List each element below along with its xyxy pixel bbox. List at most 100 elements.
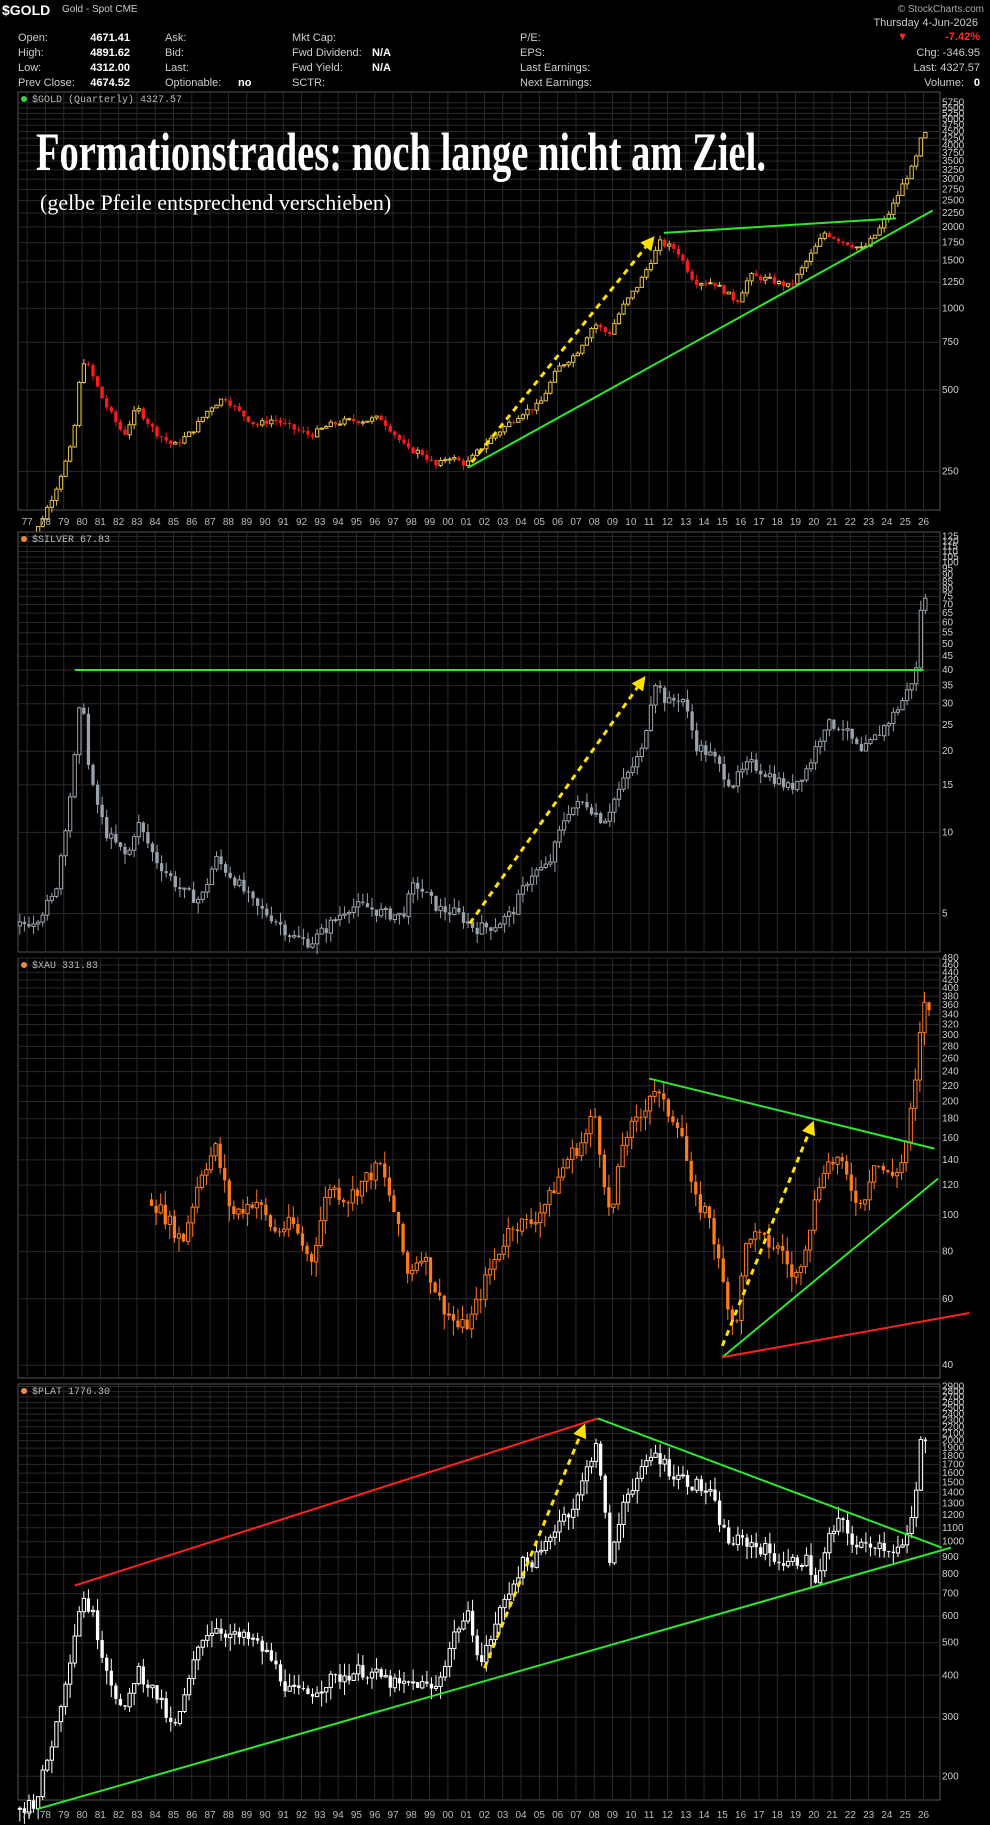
candle-body xyxy=(350,1189,355,1204)
candle-body xyxy=(438,459,443,466)
candle-body xyxy=(63,830,68,857)
candle-body xyxy=(123,429,127,435)
y-tick-label: 100 xyxy=(942,1210,959,1221)
candle-body xyxy=(268,1215,273,1228)
candle-body xyxy=(822,729,827,742)
candle-body xyxy=(639,1117,643,1119)
candle-body xyxy=(364,1172,369,1182)
candle-body xyxy=(81,363,87,383)
candle-body xyxy=(265,908,269,916)
y-tick-label: 55 xyxy=(942,628,954,639)
candle-body xyxy=(278,1664,283,1682)
candle-body xyxy=(680,1128,684,1137)
candle-body xyxy=(35,921,41,925)
candle-body xyxy=(287,1685,292,1692)
x-tick-label: 17 xyxy=(753,1810,765,1821)
x-tick-label: 22 xyxy=(845,1810,857,1821)
candle-body xyxy=(195,1186,200,1208)
y-tick-label: 2750 xyxy=(942,184,965,195)
candle-body xyxy=(744,280,750,294)
candle-body xyxy=(319,1691,324,1694)
x-tick-label: 84 xyxy=(150,517,162,528)
candle-body xyxy=(561,1167,566,1178)
candle-body xyxy=(841,1518,845,1521)
candle-body xyxy=(891,711,896,724)
candle-body xyxy=(845,728,850,731)
candle-body xyxy=(809,1555,813,1576)
candle-body xyxy=(406,1681,411,1683)
candle-body xyxy=(775,1245,781,1249)
candle-body xyxy=(164,437,168,441)
candle-body xyxy=(232,1206,236,1215)
candle-body xyxy=(164,1698,168,1718)
candle-body xyxy=(877,734,882,736)
candle-body xyxy=(699,744,704,752)
candle-body xyxy=(542,1204,548,1214)
y-tick-label: 1750 xyxy=(942,238,965,249)
x-tick-label: 81 xyxy=(95,517,107,528)
candle-body xyxy=(748,1238,753,1245)
x-tick-label: 96 xyxy=(369,1810,381,1821)
x-tick-label: 03 xyxy=(497,1810,509,1821)
candle-body xyxy=(781,778,786,788)
candle-body xyxy=(895,1546,901,1554)
candle-body xyxy=(730,1309,735,1321)
candle-body xyxy=(867,1181,872,1201)
candle-body xyxy=(374,415,379,419)
candle-body xyxy=(442,1295,446,1315)
x-tick-label: 90 xyxy=(259,1810,271,1821)
candle-body xyxy=(480,1655,484,1663)
candle-body xyxy=(114,1685,118,1700)
candle-body xyxy=(365,1677,370,1679)
candle-body xyxy=(260,1640,264,1652)
candle-body xyxy=(798,1266,804,1273)
candle-body xyxy=(337,423,343,426)
candle-body xyxy=(923,1439,928,1442)
candle-body xyxy=(324,426,329,429)
candle-body xyxy=(653,249,658,264)
candle-body xyxy=(727,779,731,787)
x-tick-label: 83 xyxy=(131,517,143,528)
panel-marker-icon xyxy=(21,962,27,968)
candle-body xyxy=(146,832,150,844)
candle-body xyxy=(589,807,594,815)
x-tick-label: 77 xyxy=(22,517,34,528)
candle-body xyxy=(557,365,562,372)
candle-body xyxy=(127,849,132,855)
candle-body xyxy=(359,1180,365,1197)
candle-body xyxy=(548,861,553,865)
x-tick-label: 18 xyxy=(772,1810,784,1821)
candle-body xyxy=(443,459,448,462)
candle-body xyxy=(256,1638,260,1641)
candle-body xyxy=(913,1079,918,1109)
x-tick-label: 85 xyxy=(168,1810,180,1821)
y-tick-label: 1300 xyxy=(942,1498,965,1509)
panel-frame xyxy=(17,1383,941,1801)
y-tick-label: 3000 xyxy=(942,174,965,185)
candle-body xyxy=(465,1319,469,1329)
candle-body xyxy=(520,885,526,895)
candle-body xyxy=(781,1563,786,1566)
candle-body xyxy=(114,833,118,843)
candle-body xyxy=(155,1685,159,1700)
x-tick-label: 02 xyxy=(479,1810,491,1821)
candle-body xyxy=(894,1172,900,1177)
candle-body xyxy=(365,420,370,423)
candle-body xyxy=(599,1443,603,1476)
candle-body xyxy=(237,1631,241,1638)
candle-body xyxy=(100,386,104,399)
candle-body xyxy=(727,1527,731,1544)
candle-body xyxy=(154,1205,158,1213)
candle-body xyxy=(643,1110,648,1118)
candle-body xyxy=(808,762,814,770)
candle-body xyxy=(772,1553,777,1562)
candle-body xyxy=(571,1508,576,1518)
candle-body xyxy=(105,1657,109,1671)
candle-body xyxy=(663,687,667,703)
candle-body xyxy=(534,402,539,411)
candle-body xyxy=(246,1632,251,1639)
candle-body xyxy=(264,1204,268,1216)
candle-body xyxy=(584,337,590,346)
candle-body xyxy=(525,408,530,416)
candle-body xyxy=(608,1512,612,1563)
